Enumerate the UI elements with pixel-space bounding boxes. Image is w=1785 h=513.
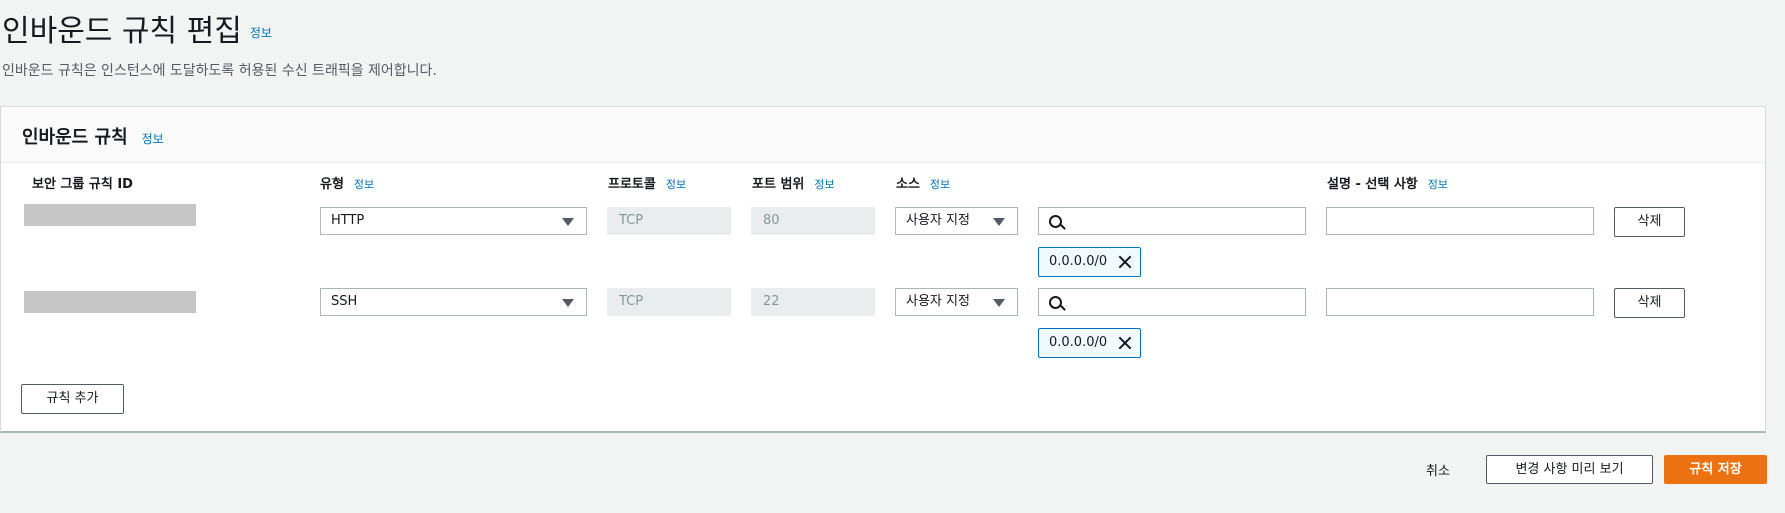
column-header-protocol-text: 프로토콜 (608, 177, 656, 192)
column-header-description-text: 설명 - 선택 사항 (1327, 177, 1418, 192)
source-type-select[interactable]: 사용자 지정 (895, 288, 1018, 316)
source-type-value: 사용자 지정 (906, 213, 970, 228)
description-info-link[interactable]: 정보 (1428, 178, 1448, 191)
delete-rule-button[interactable]: 삭제 (1614, 207, 1685, 237)
panel-title-text: 인바운드 규칙 (22, 127, 128, 148)
search-icon (1049, 215, 1062, 228)
column-header-port-range: 포트 범위 정보 (752, 173, 835, 192)
page-description: 인바운드 규칙은 인스턴스에 도달하도록 허용된 수신 트래픽을 제어합니다. (2, 63, 437, 79)
source-token-text: 0.0.0.0/0 (1049, 254, 1108, 269)
source-info-link[interactable]: 정보 (930, 178, 950, 191)
inbound-rules-panel: 인바운드 규칙 정보 보안 그룹 규칙 ID 유형 정보 프로토콜 정보 포트 범위 정… (0, 106, 1766, 433)
column-header-description: 설명 - 선택 사항 정보 (1327, 173, 1448, 192)
page-title-info-link[interactable]: 정보 (250, 26, 272, 40)
cancel-button[interactable]: 취소 (1426, 460, 1450, 479)
column-header-protocol: 프로토콜 정보 (608, 173, 686, 192)
port-range-field: 80 (751, 207, 875, 235)
delete-rule-button[interactable]: 삭제 (1614, 288, 1685, 318)
source-search-input[interactable] (1038, 288, 1306, 316)
rule-id-redacted (24, 204, 196, 226)
source-token: 0.0.0.0/0 (1038, 328, 1141, 358)
protocol-field: TCP (607, 207, 731, 235)
rule-type-select[interactable]: SSH (320, 288, 587, 316)
type-info-link[interactable]: 정보 (354, 178, 374, 191)
column-header-rule-id: 보안 그룹 규칙 ID (32, 173, 133, 192)
source-token-text: 0.0.0.0/0 (1049, 335, 1108, 350)
caret-down-icon (993, 299, 1005, 307)
rule-id-redacted (24, 291, 196, 313)
column-header-type-text: 유형 (320, 177, 344, 192)
source-type-value: 사용자 지정 (906, 294, 970, 309)
caret-down-icon (993, 218, 1005, 226)
column-header-rule-id-text: 보안 그룹 규칙 ID (32, 177, 133, 192)
caret-down-icon (562, 218, 574, 226)
preview-changes-button[interactable]: 변경 사항 미리 보기 (1486, 455, 1653, 484)
close-icon[interactable] (1117, 254, 1133, 270)
panel-header: 인바운드 규칙 정보 (1, 107, 1765, 163)
rule-type-value: SSH (331, 294, 358, 309)
column-header-port-range-text: 포트 범위 (752, 177, 805, 192)
protocol-field: TCP (607, 288, 731, 316)
source-token: 0.0.0.0/0 (1038, 247, 1141, 277)
search-icon (1049, 296, 1062, 309)
panel-title-info-link[interactable]: 정보 (142, 132, 164, 146)
save-rules-button[interactable]: 규칙 저장 (1664, 455, 1767, 484)
page-title: 인바운드 규칙 편집 정보 (2, 6, 272, 50)
column-header-type: 유형 정보 (320, 173, 374, 192)
caret-down-icon (562, 299, 574, 307)
close-icon[interactable] (1117, 335, 1133, 351)
page-title-text: 인바운드 규칙 편집 (2, 14, 242, 49)
source-search-input[interactable] (1038, 207, 1306, 235)
column-header-source-text: 소스 (896, 177, 920, 192)
description-input[interactable] (1326, 288, 1594, 316)
protocol-info-link[interactable]: 정보 (666, 178, 686, 191)
rule-type-value: HTTP (331, 213, 365, 228)
port-range-info-link[interactable]: 정보 (814, 178, 834, 191)
panel-title: 인바운드 규칙 정보 (22, 123, 164, 149)
port-range-field: 22 (751, 288, 875, 316)
rule-type-select[interactable]: HTTP (320, 207, 587, 235)
add-rule-button[interactable]: 규칙 추가 (21, 384, 124, 414)
source-type-select[interactable]: 사용자 지정 (895, 207, 1018, 235)
column-header-source: 소스 정보 (896, 173, 950, 192)
description-input[interactable] (1326, 207, 1594, 235)
